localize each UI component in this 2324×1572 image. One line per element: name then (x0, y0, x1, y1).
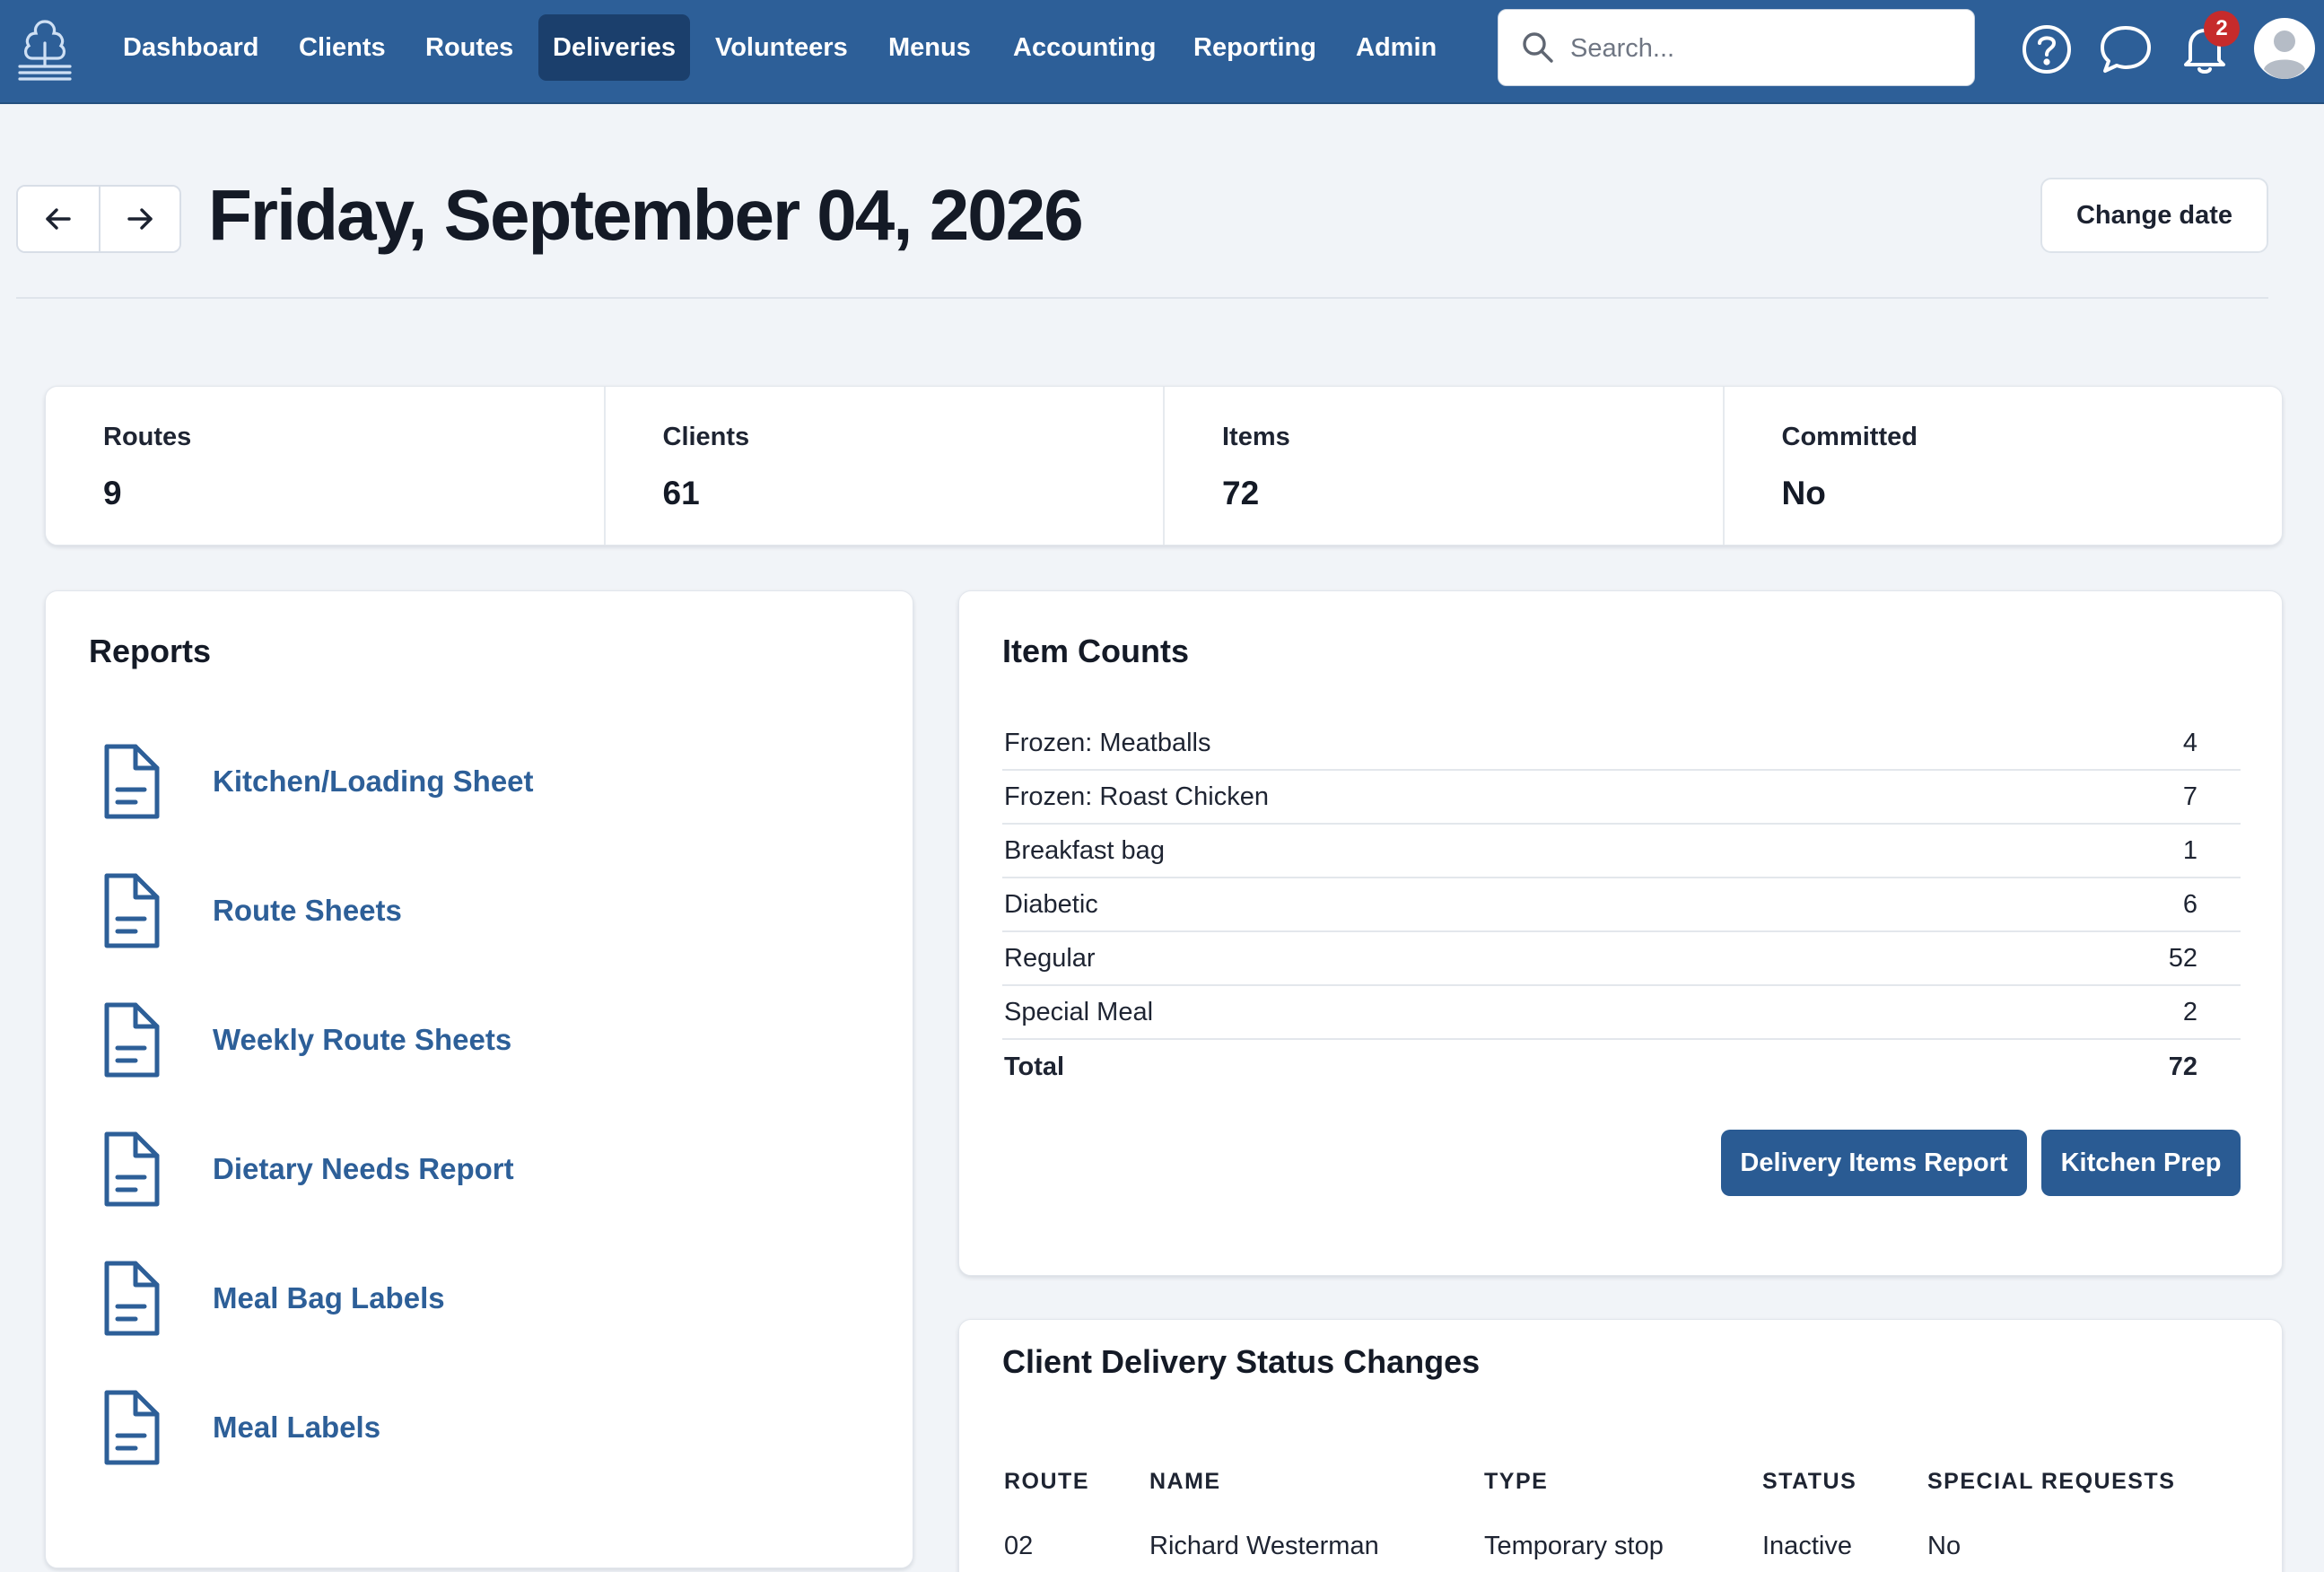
previous-day-button[interactable] (18, 187, 99, 251)
status-cell: Inactive (1762, 1532, 1852, 1560)
search-input[interactable] (1570, 26, 1956, 71)
reports-title: Reports (89, 633, 212, 669)
item-name: Regular (1004, 943, 1096, 973)
route-cell: 02 (1004, 1532, 1034, 1560)
document-icon (104, 1390, 160, 1465)
top-navbar: Dashboard Clients Routes Deliveries Volu… (0, 0, 2324, 104)
nav-accounting[interactable]: Accounting (999, 14, 1171, 81)
nav-menus[interactable]: Menus (874, 14, 985, 81)
stat-value: 72 (1222, 475, 1260, 511)
stat-value: 9 (103, 475, 122, 511)
stat-label: Committed (1781, 423, 1918, 451)
header-divider (16, 297, 2268, 299)
delivery-items-report-button[interactable]: Delivery Items Report (1721, 1130, 2027, 1196)
stat-clients: Clients 61 (606, 387, 1165, 545)
date-navigation (16, 185, 181, 253)
stat-label: Routes (103, 423, 192, 451)
nav-deliveries[interactable]: Deliveries (538, 14, 691, 81)
nav-reporting[interactable]: Reporting (1179, 14, 1331, 81)
item-counts-card: Item Counts Frozen: Meatballs 4 Frozen: … (958, 590, 2283, 1276)
page-title: Friday, September 04, 2026 (208, 175, 1084, 255)
document-icon (104, 873, 160, 948)
kitchen-prep-button[interactable]: Kitchen Prep (2041, 1130, 2241, 1196)
report-kitchen-loading-sheet[interactable]: Kitchen/Loading Sheet (100, 737, 534, 826)
nav-routes[interactable]: Routes (411, 14, 528, 81)
status-changes-card: Client Delivery Status Changes ROUTE NAM… (958, 1319, 2283, 1572)
item-name: Special Meal (1004, 997, 1154, 1026)
total-value: 72 (2168, 1052, 2197, 1081)
report-link[interactable]: Meal Labels (213, 1410, 380, 1445)
nav-clients[interactable]: Clients (284, 14, 400, 81)
arrow-left-icon (46, 208, 71, 230)
name-cell: Richard Westerman (1149, 1532, 1379, 1560)
report-meal-bag-labels[interactable]: Meal Bag Labels (100, 1253, 445, 1343)
nav-dashboard[interactable]: Dashboard (109, 14, 273, 81)
type-cell: Temporary stop (1484, 1532, 1664, 1560)
total-row: Total 72 (1002, 1040, 2241, 1094)
stat-value: 61 (662, 475, 700, 511)
report-link[interactable]: Meal Bag Labels (213, 1281, 445, 1315)
item-count: 1 (2182, 835, 2197, 865)
document-icon (104, 1002, 160, 1078)
table-row: Breakfast bag 1 (1002, 825, 2241, 878)
document-icon (104, 1261, 160, 1336)
notification-badge: 2 (2204, 11, 2240, 47)
item-name: Frozen: Meatballs (1004, 728, 1211, 757)
search-icon (1523, 32, 1553, 63)
stats-bar: Routes 9 Clients 61 Items 72 Committed N… (45, 386, 2283, 546)
item-count: 2 (2182, 997, 2197, 1026)
report-link[interactable]: Route Sheets (213, 894, 402, 928)
total-label: Total (1004, 1052, 1065, 1081)
report-link[interactable]: Kitchen/Loading Sheet (213, 764, 534, 799)
column-header: SPECIAL REQUESTS (1927, 1469, 2176, 1494)
document-icon (104, 1131, 160, 1207)
item-name: Breakfast bag (1004, 835, 1165, 865)
item-count: 6 (2182, 889, 2197, 919)
report-weekly-route-sheets[interactable]: Weekly Route Sheets (100, 995, 511, 1085)
stat-value: No (1781, 475, 1826, 511)
item-counts-title: Item Counts (1002, 633, 1190, 669)
stat-items: Items 72 (1165, 387, 1725, 545)
help-icon[interactable] (2015, 18, 2078, 81)
table-row: Frozen: Meatballs 4 (1002, 717, 2241, 771)
nav-volunteers[interactable]: Volunteers (701, 14, 862, 81)
stat-committed: Committed No (1725, 387, 2283, 545)
arrow-right-icon (127, 208, 153, 230)
item-count: 4 (2182, 728, 2197, 757)
table-row: Diabetic 6 (1002, 878, 2241, 932)
column-header: STATUS (1762, 1469, 1857, 1494)
table-row: Regular 52 (1002, 932, 2241, 986)
reports-card: Reports Kitchen/Loading Sheet Route Shee… (45, 590, 913, 1568)
item-count: 52 (2168, 943, 2197, 973)
report-meal-labels[interactable]: Meal Labels (100, 1383, 380, 1472)
table-row: Special Meal 2 (1002, 986, 2241, 1040)
document-icon (104, 744, 160, 819)
item-count: 7 (2182, 782, 2197, 811)
change-date-button[interactable]: Change date (2040, 178, 2268, 253)
status-changes-title: Client Delivery Status Changes (1002, 1343, 1481, 1380)
avatar-icon[interactable] (2250, 14, 2319, 83)
app-logo-icon[interactable] (14, 16, 75, 81)
column-header: ROUTE (1004, 1469, 1089, 1494)
report-route-sheets[interactable]: Route Sheets (100, 866, 402, 956)
stat-label: Clients (662, 423, 750, 451)
next-day-button[interactable] (98, 187, 179, 251)
column-header: TYPE (1484, 1469, 1549, 1494)
report-link[interactable]: Dietary Needs Report (213, 1152, 514, 1186)
nav-admin[interactable]: Admin (1341, 14, 1451, 81)
search-box[interactable] (1498, 9, 1975, 86)
item-counts-table: Frozen: Meatballs 4 Frozen: Roast Chicke… (1002, 717, 2241, 1094)
item-name: Diabetic (1004, 889, 1098, 919)
special-requests-cell: No (1927, 1532, 1961, 1560)
item-name: Frozen: Roast Chicken (1004, 782, 1269, 811)
table-row[interactable]: 02 Richard Westerman Temporary stop Inac… (1002, 1523, 2241, 1572)
stat-label: Items (1222, 423, 1290, 451)
stat-routes: Routes 9 (46, 387, 606, 545)
report-dietary-needs[interactable]: Dietary Needs Report (100, 1124, 514, 1214)
column-header: NAME (1149, 1469, 1221, 1494)
chat-icon[interactable] (2094, 18, 2157, 81)
table-row: Frozen: Roast Chicken 7 (1002, 771, 2241, 825)
report-link[interactable]: Weekly Route Sheets (213, 1023, 511, 1057)
table-header: ROUTE NAME TYPE STATUS SPECIAL REQUESTS (1002, 1469, 2241, 1505)
